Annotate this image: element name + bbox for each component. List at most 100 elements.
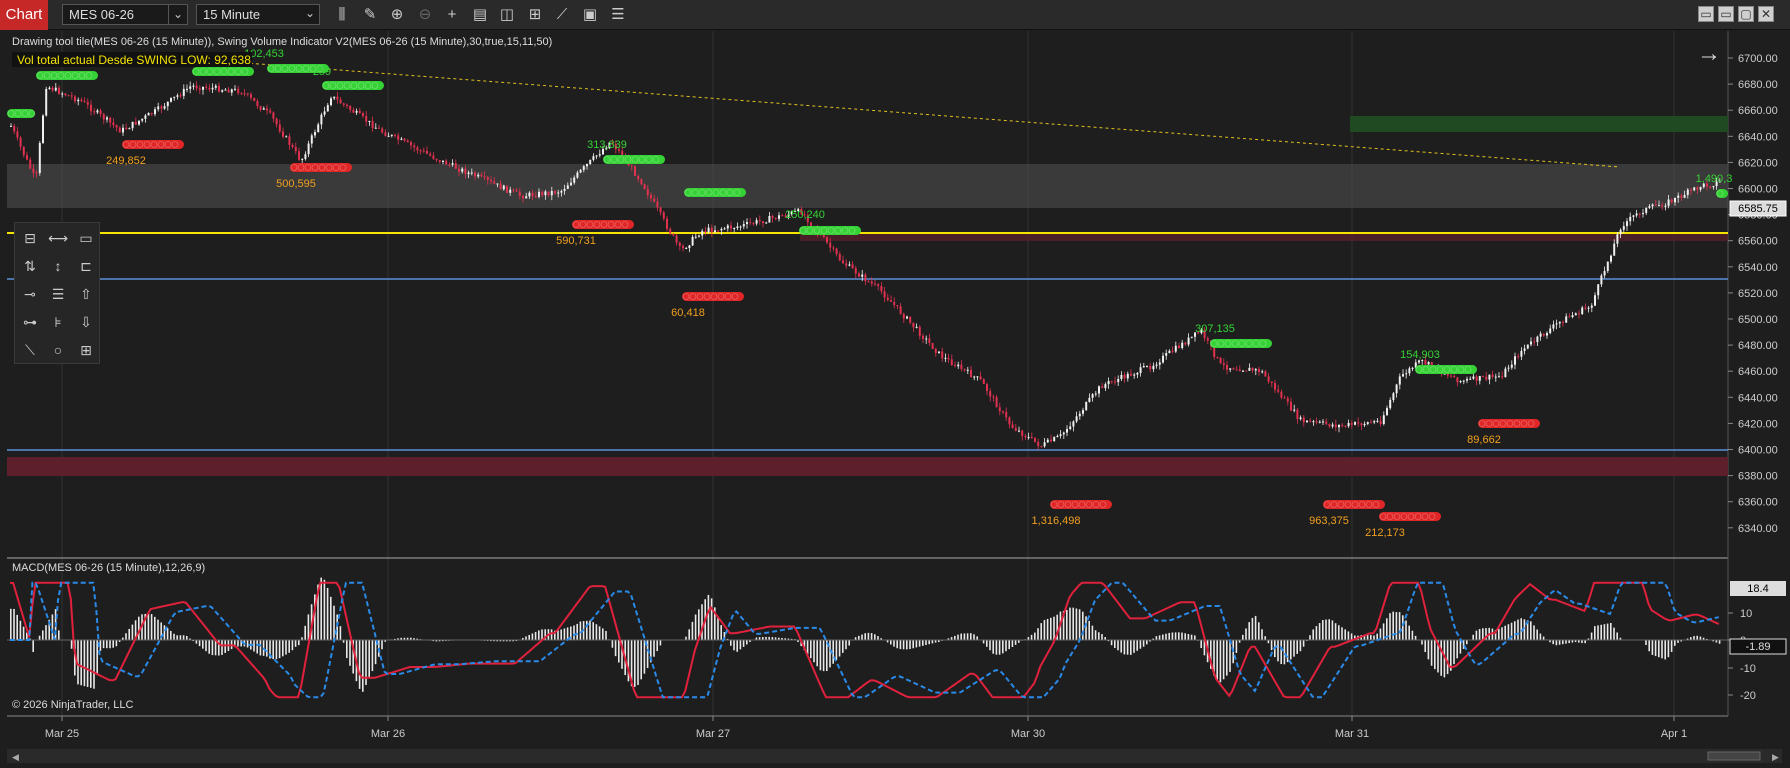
chart-canvas[interactable]: 102,453259313,839250,240307,135154,9031,… [0, 31, 1790, 768]
candle-body [346, 104, 348, 107]
scroll-right-icon: ▶ [1772, 752, 1779, 762]
ray-icon[interactable]: ⊶ [18, 311, 42, 333]
macd-hist-bar [1475, 630, 1478, 640]
macd-hist-bar [1046, 618, 1049, 640]
candle-body [198, 88, 201, 90]
pencil-icon[interactable]: ✎ [359, 5, 381, 25]
interval-dropdown-chevron-icon[interactable]: ⌄ [300, 4, 320, 25]
fib-extension-icon[interactable]: ⊧ [46, 311, 70, 333]
candle-body [918, 326, 921, 336]
candle-body [1309, 420, 1312, 422]
macd-hist-bar [848, 640, 850, 646]
time-tick-label: Mar 26 [371, 728, 405, 740]
macd-hist-bar [1395, 612, 1398, 640]
ruler-icon[interactable]: ⊟ [18, 227, 42, 249]
candle-body [982, 379, 985, 384]
candle-body [768, 215, 771, 223]
macd-hist-bar [368, 640, 370, 679]
indicators-icon[interactable]: ⟋ [551, 5, 573, 25]
candle-body [960, 364, 963, 370]
arrow-up-down-icon[interactable]: ⇅ [18, 255, 42, 277]
vertical-line-icon[interactable]: ↕ [46, 255, 70, 277]
macd-hist-bar [381, 640, 383, 650]
macd-hist-bar [1472, 634, 1474, 640]
macd-hist-bar [918, 640, 921, 647]
arrow-down-icon[interactable]: ⇩ [74, 311, 98, 333]
candle-body [742, 224, 745, 227]
macd-hist-bar [125, 633, 127, 640]
candle-body [1274, 383, 1276, 390]
candle-body [74, 96, 76, 102]
candle-body [1530, 341, 1532, 345]
time-tick-label: Mar 30 [1011, 728, 1045, 740]
macd-hist-bar [1440, 640, 1442, 676]
macd-hist-bar [691, 621, 694, 640]
candle-body [285, 136, 288, 138]
candle-body [160, 106, 163, 109]
crosshair-icon[interactable]: + [441, 5, 463, 25]
macd-hist-bar [832, 640, 834, 664]
candle-body [1027, 436, 1030, 438]
candle-body [730, 225, 732, 229]
candle-body [246, 93, 249, 95]
candle-body [1072, 421, 1075, 427]
macd-hist-bar [614, 640, 617, 657]
macd-hist-bar [1126, 640, 1129, 655]
candle-body [157, 106, 160, 110]
measure-icon[interactable]: ⊞ [74, 339, 98, 361]
instrument-selector[interactable]: MES 06-26 [62, 4, 172, 25]
macd-hist-bar [1533, 625, 1535, 640]
candle-body [422, 150, 425, 152]
ellipse-icon[interactable]: ○ [46, 339, 70, 361]
candle-body [26, 155, 28, 160]
arrow-up-icon[interactable]: ⇧ [74, 283, 98, 305]
window-tile-button[interactable]: ▭ [1698, 6, 1714, 22]
properties-icon[interactable]: ☰ [607, 5, 629, 25]
macd-hist-bar [1498, 628, 1500, 640]
candle-body [826, 237, 828, 243]
candle-body [1136, 372, 1139, 375]
candle-body [1373, 421, 1376, 423]
candle-body [499, 183, 502, 190]
zoom-out-icon[interactable]: ⊖ [414, 5, 436, 25]
candle-body [1171, 350, 1174, 352]
window-minimize-button[interactable]: ▭ [1718, 6, 1734, 22]
instrument-dropdown-chevron-icon[interactable]: ⌄ [168, 4, 188, 25]
trend-line-icon[interactable]: ⟍ [18, 339, 42, 361]
data-box-icon[interactable]: ▤ [469, 5, 491, 25]
rectangle-icon[interactable]: ▭ [74, 227, 98, 249]
candle-body [653, 198, 656, 202]
price-tick-label: 6680.00 [1738, 79, 1778, 91]
candle-body [973, 376, 976, 378]
candle-body [1498, 376, 1500, 378]
macd-hist-bar [1114, 640, 1116, 649]
macd-hist-bar [1171, 632, 1174, 640]
line-segment-icon[interactable]: ⟷ [46, 227, 70, 249]
candle-body [838, 253, 841, 261]
horizontal-line-icon[interactable]: ⊸ [18, 283, 42, 305]
candle-body [1254, 368, 1257, 371]
candle-body [1347, 422, 1350, 427]
candle-body [541, 191, 544, 196]
window-close-button[interactable]: ✕ [1758, 6, 1774, 22]
zoom-in-icon[interactable]: ⊕ [386, 5, 408, 25]
macd-hist-bar [1645, 640, 1647, 645]
candle-body [1587, 307, 1590, 309]
fib-levels-icon[interactable]: ☰ [46, 283, 70, 305]
window-maximize-button[interactable]: ▢ [1738, 6, 1754, 22]
candle-body [154, 109, 156, 115]
price-marker-icon[interactable]: ⊏ [74, 255, 98, 277]
candle-body [666, 218, 668, 229]
candle-body [406, 140, 409, 143]
candle-body [42, 115, 44, 144]
strategies-icon[interactable]: ⊞ [524, 5, 546, 25]
bar-type-icon[interactable]: ⫼ [331, 5, 353, 25]
candle-body [1712, 186, 1715, 188]
chart-tab[interactable]: Chart [0, 0, 48, 30]
candle-body [774, 217, 777, 219]
arrow-right-icon[interactable]: → [1697, 40, 1721, 68]
macd-hist-bar [998, 640, 1001, 655]
candle-body [1405, 373, 1408, 375]
chart-trader-icon[interactable]: ◫ [496, 5, 518, 25]
templates-icon[interactable]: ▣ [579, 5, 601, 25]
